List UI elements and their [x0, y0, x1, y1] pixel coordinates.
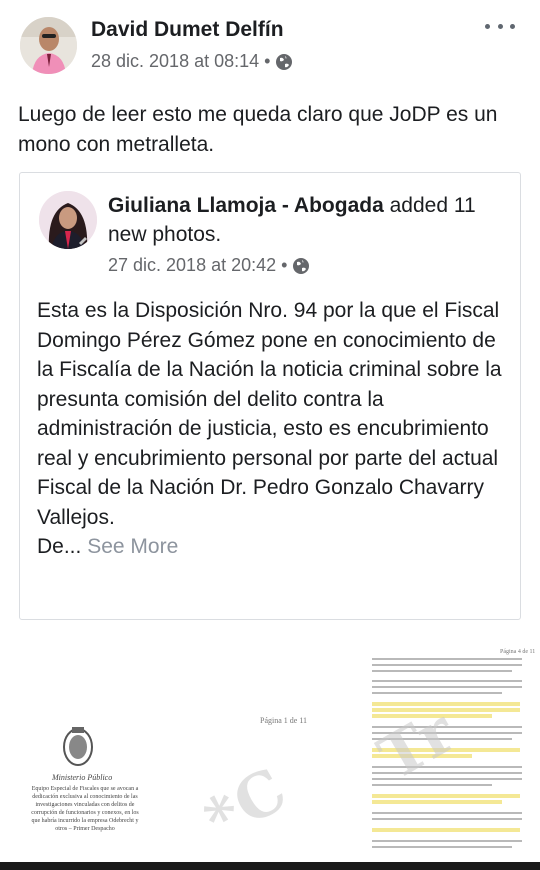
shared-time-text[interactable]: 27 dic. 2018 at 20:42 •: [108, 255, 287, 276]
see-more-link[interactable]: See More: [87, 535, 178, 558]
truncated-text: De...: [37, 535, 82, 558]
page-label: Página 4 de 11: [500, 649, 536, 655]
shared-author-avatar[interactable]: [39, 191, 97, 249]
shared-post-card[interactable]: Giuliana Llamoja - Abogada added 11 new …: [19, 172, 521, 620]
shared-post-header: Giuliana Llamoja - Abogada added 11 new …: [108, 191, 508, 249]
document-photo[interactable]: Página 4 de 11 Tr: [360, 640, 540, 862]
seal-text: Ministerio Público: [52, 773, 113, 782]
more-options-button[interactable]: [485, 14, 515, 38]
shared-post-text: Esta es la Disposición Nro. 94 por la qu…: [37, 296, 512, 562]
page-label: Página 1 de 11: [260, 716, 308, 725]
post-timestamp[interactable]: 28 dic. 2018 at 08:14 •: [91, 51, 293, 72]
document-photo[interactable]: Página 1 de 11 *C: [175, 650, 360, 862]
dot-icon: [485, 23, 490, 29]
shared-body-text: Esta es la Disposición Nro. 94 por la qu…: [37, 299, 502, 529]
author-avatar[interactable]: [20, 17, 77, 74]
globe-icon: [276, 53, 293, 70]
shared-timestamp[interactable]: 27 dic. 2018 at 20:42 •: [108, 255, 310, 276]
doc-caption: Equipo Especial de Fiscales que se avoca…: [31, 786, 139, 832]
globe-icon: [293, 257, 310, 274]
seal-icon: [63, 727, 93, 766]
dot-icon: [510, 23, 515, 29]
post-text: Luego de leer esto me queda claro que Jo…: [18, 103, 498, 156]
dot-icon: [497, 23, 503, 29]
post-time-text[interactable]: 28 dic. 2018 at 08:14 •: [91, 51, 270, 72]
shared-author-name[interactable]: Giuliana Llamoja - Abogada: [108, 194, 384, 217]
bottom-bar: [0, 862, 540, 870]
post-author-name[interactable]: David Dumet Delfín: [91, 18, 284, 42]
watermark: *C: [193, 753, 301, 857]
photo-grid[interactable]: Ministerio Público Equipo Especial de Fi…: [0, 640, 540, 862]
document-photo[interactable]: Ministerio Público Equipo Especial de Fi…: [0, 670, 160, 862]
